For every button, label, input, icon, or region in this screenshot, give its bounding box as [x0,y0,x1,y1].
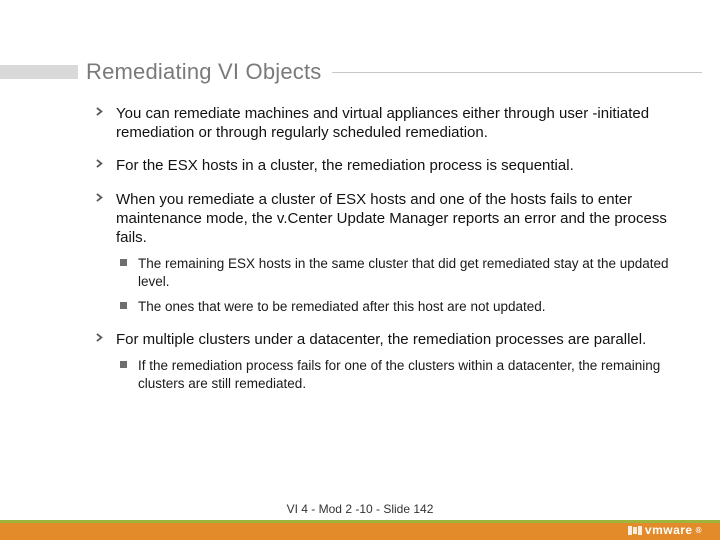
top-margin [0,0,720,30]
slide: { "title": "Remediating VI Objects", "bu… [0,0,720,540]
bullet-item: You can remediate machines and virtual a… [96,104,672,142]
sub-bullet-item: The remaining ESX hosts in the same clus… [120,255,672,290]
sub-bullet-item: The ones that were to be remediated afte… [120,298,672,316]
footer-text: VI 4 - Mod 2 -10 - Slide 142 [0,502,720,516]
bullet-item: For the ESX hosts in a cluster, the reme… [96,156,672,175]
logo-mark-icon [628,526,642,535]
sub-bullet-text: If the remediation process fails for one… [138,357,672,392]
square-icon [120,298,138,316]
content-area: You can remediate machines and virtual a… [96,104,672,398]
bullet-item: For multiple clusters under a datacenter… [96,330,672,349]
bullet-text: For multiple clusters under a datacenter… [116,330,672,349]
square-icon [120,357,138,392]
chevron-icon [96,156,116,175]
logo-text: vmware [645,523,693,537]
slide-title: Remediating VI Objects [86,59,322,85]
sub-bullet-item: If the remediation process fails for one… [120,357,672,392]
sub-bullet-text: The remaining ESX hosts in the same clus… [138,255,672,290]
bullet-item: When you remediate a cluster of ESX host… [96,190,672,248]
chevron-icon [96,330,116,349]
bullet-text: For the ESX hosts in a cluster, the reme… [116,156,672,175]
footer-strip: vmware ® [0,520,720,540]
footer: VI 4 - Mod 2 -10 - Slide 142 vmware ® [0,498,720,540]
title-row: Remediating VI Objects [0,56,720,88]
square-icon [120,255,138,290]
chevron-icon [96,104,116,142]
bullet-text: You can remediate machines and virtual a… [116,104,672,142]
vmware-logo: vmware ® [628,523,702,537]
title-rule [332,72,702,73]
title-accent-bar [0,65,78,79]
registered-icon: ® [696,526,702,535]
chevron-icon [96,190,116,248]
sub-bullet-text: The ones that were to be remediated afte… [138,298,672,316]
bullet-text: When you remediate a cluster of ESX host… [116,190,672,248]
